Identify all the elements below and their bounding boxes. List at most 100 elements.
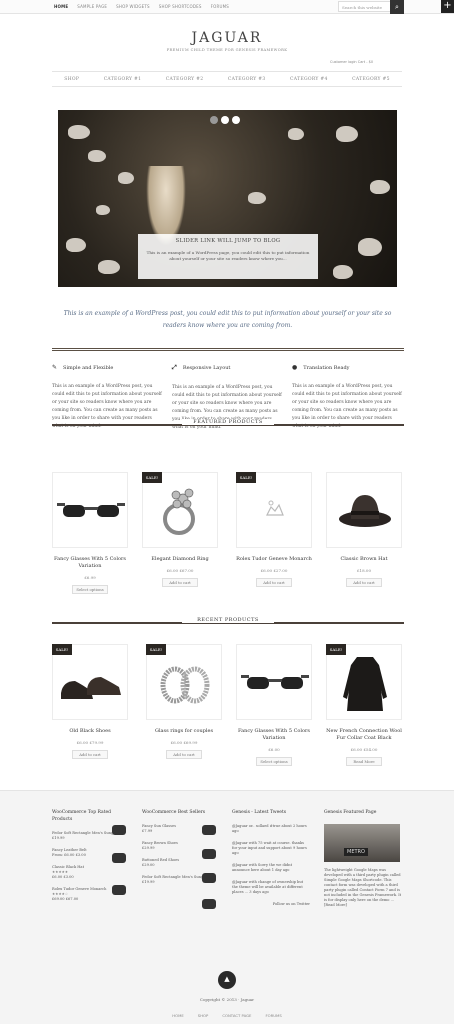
product-button[interactable]: Add to cart [256,578,292,587]
topnav-sample-page[interactable]: SAMPLE PAGE [77,4,107,9]
top-bar: HOME SAMPLE PAGE SHOP WIDGETS SHOP SHORT… [0,0,454,14]
widget-title: WooCommerce Top Rated Products [52,810,112,822]
tweet[interactable]: @Jaguar with change of ownership but the… [232,880,310,895]
footer-nav-forums[interactable]: FORUMS [265,1013,281,1018]
product-card[interactable]: Fancy Glasses With 5 Colors Variation £6… [236,644,312,766]
product-card[interactable]: Fancy Glasses With 5 Colors Variation £6… [52,472,128,594]
plus-icon[interactable]: + [441,0,454,13]
sale-badge: SALE! [146,644,166,655]
product-button[interactable]: Select options [72,585,108,594]
widget-item[interactable]: Buttoned Red Shoes £29.00 [142,858,220,868]
feature-title: Translation Ready [303,365,350,371]
product-card[interactable]: Classic Brown Hat £18.00 Add to cart [326,472,402,587]
product-price: £6.00 £67.00 [166,568,194,573]
product-name[interactable]: Old Black Shoes [52,728,128,735]
search-button[interactable]: ⌕ [390,0,404,14]
product-thumb[interactable] [112,853,126,863]
hero-slider[interactable]: SLIDER LINK WILL JUMP TO BLOG This is an… [58,110,397,287]
product-card[interactable]: SALE! Old Black Shoes £6.00 £79.99 Add t… [52,644,128,759]
product-card[interactable]: SALE! Rolex Tudor Geneve Monarch £6.00 £… [236,472,312,587]
product-button[interactable]: Read More [346,757,382,766]
product-name[interactable]: Rolex Tudor Geneve Monarch [236,556,312,563]
product-name[interactable]: Classic Brown Hat [326,556,402,563]
product-card[interactable]: SALE! Elegant Diamond Ring £6.00 £67.00 … [142,472,218,587]
product-card[interactable]: SALE! Glass rings for couples £6.00 £69.… [146,644,222,759]
nav-category-4[interactable]: CATEGORY #4 [290,77,328,82]
product-name[interactable]: Elegant Diamond Ring [142,556,218,563]
product-thumb[interactable] [112,825,126,835]
product-price: £18.00 [357,568,371,573]
nav-category-1[interactable]: CATEGORY #1 [104,77,142,82]
product-image[interactable]: SALE! [52,644,128,720]
sunglasses-image [241,675,309,689]
slider-dot[interactable] [210,116,218,124]
topnav-forums[interactable]: FORUMS [211,4,229,9]
footer-nav-home[interactable]: HOME [172,1013,184,1018]
globe-icon: ● [292,364,298,371]
product-name[interactable]: Fancy Glasses With 5 Colors Variation [52,556,128,570]
product-thumb[interactable] [112,885,126,895]
tweet[interactable]: @Jaguar with Sorry the we didnt announce… [232,863,310,873]
site-logo[interactable]: JAGUAR [0,30,454,46]
site-tagline: PREMIUM CHILD THEME FOR GENESIS FRAMEWOR… [166,48,288,52]
slider-image-rock [118,172,134,184]
sale-badge: SALE! [142,472,162,483]
product-button[interactable]: Add to cart [166,750,202,759]
topnav-shop-widgets[interactable]: SHOP WIDGETS [116,4,150,9]
product-name[interactable]: Glass rings for couples [146,728,222,735]
footer: WooCommerce Top Rated Products Fedor Sof… [0,790,454,1024]
featured-page-image[interactable]: METRO [324,824,400,862]
rating-stars: ★★★★★ [52,870,69,874]
footer-nav-contact[interactable]: CONTACT PAGE [222,1013,251,1018]
product-image[interactable] [236,644,312,720]
topnav-home[interactable]: HOME [54,4,68,9]
product-button[interactable]: Add to cart [72,750,108,759]
product-card[interactable]: SALE! New French Connection Wool Fur Col… [326,644,402,766]
slider-dot[interactable] [232,116,240,124]
widget-item[interactable]: Classic Black Hat ★★★★★ £6.00 £3.00 [52,865,130,880]
product-thumb[interactable] [202,849,216,859]
main-nav: SHOP CATEGORY #1 CATEGORY #2 CATEGORY #3… [52,71,402,87]
sale-badge: SALE! [326,644,346,655]
product-thumb[interactable] [202,899,216,909]
placeholder-image [266,500,284,516]
product-name[interactable]: New French Connection Wool Fur Collar Co… [326,728,402,742]
slider-title[interactable]: SLIDER LINK WILL JUMP TO BLOG [146,238,310,244]
product-button[interactable]: Select options [256,757,292,766]
product-image[interactable]: SALE! [142,472,218,548]
cart-link[interactable]: Customer login Cart - $0 [330,60,373,64]
search-icon: ⌕ [395,3,399,11]
slider-caption: SLIDER LINK WILL JUMP TO BLOG This is an… [138,234,318,279]
nav-category-2[interactable]: CATEGORY #2 [166,77,204,82]
nav-category-3[interactable]: CATEGORY #3 [228,77,266,82]
topnav-shop-shortcodes[interactable]: SHOP SHORTCODES [159,4,202,9]
back-to-top-button[interactable]: ▲ [218,971,236,989]
sale-badge: SALE! [52,644,72,655]
product-image[interactable] [326,472,402,548]
tweet[interactable]: @Jaguar with 75 wait at course. thanks f… [232,841,310,856]
footer-nav-shop[interactable]: SHOP [198,1013,209,1018]
product-thumb[interactable] [202,873,216,883]
twitter-follow-link[interactable]: Follow us on Twitter [232,902,310,907]
nav-category-5[interactable]: CATEGORY #5 [352,77,390,82]
recent-heading: RECENT PRODUCTS [52,617,404,627]
product-thumb[interactable] [202,825,216,835]
widget-title: Genesis Featured Page [324,810,377,815]
product-price: £6.99 [84,575,96,580]
product-name[interactable]: Fancy Glasses With 5 Colors Variation [236,728,312,742]
product-image[interactable] [52,472,128,548]
product-button[interactable]: Add to cart [346,578,382,587]
nav-shop[interactable]: SHOP [64,77,79,82]
slider-dot[interactable] [221,116,229,124]
slider-image-rock [96,205,110,215]
product-image[interactable]: SALE! [146,644,222,720]
product-image[interactable]: SALE! [236,472,312,548]
product-button[interactable]: Add to cart [162,578,198,587]
product-image[interactable]: SALE! [326,644,402,720]
product-price: £6.00 £27.00 [260,568,288,573]
slider-image-rock [98,260,120,274]
slider-image-rock [88,150,106,162]
tweet[interactable]: @Jaguar or.. sollaed #true about 2 hours… [232,824,310,834]
arrow-up-icon: ▲ [224,975,230,983]
shoes-image [61,677,121,699]
